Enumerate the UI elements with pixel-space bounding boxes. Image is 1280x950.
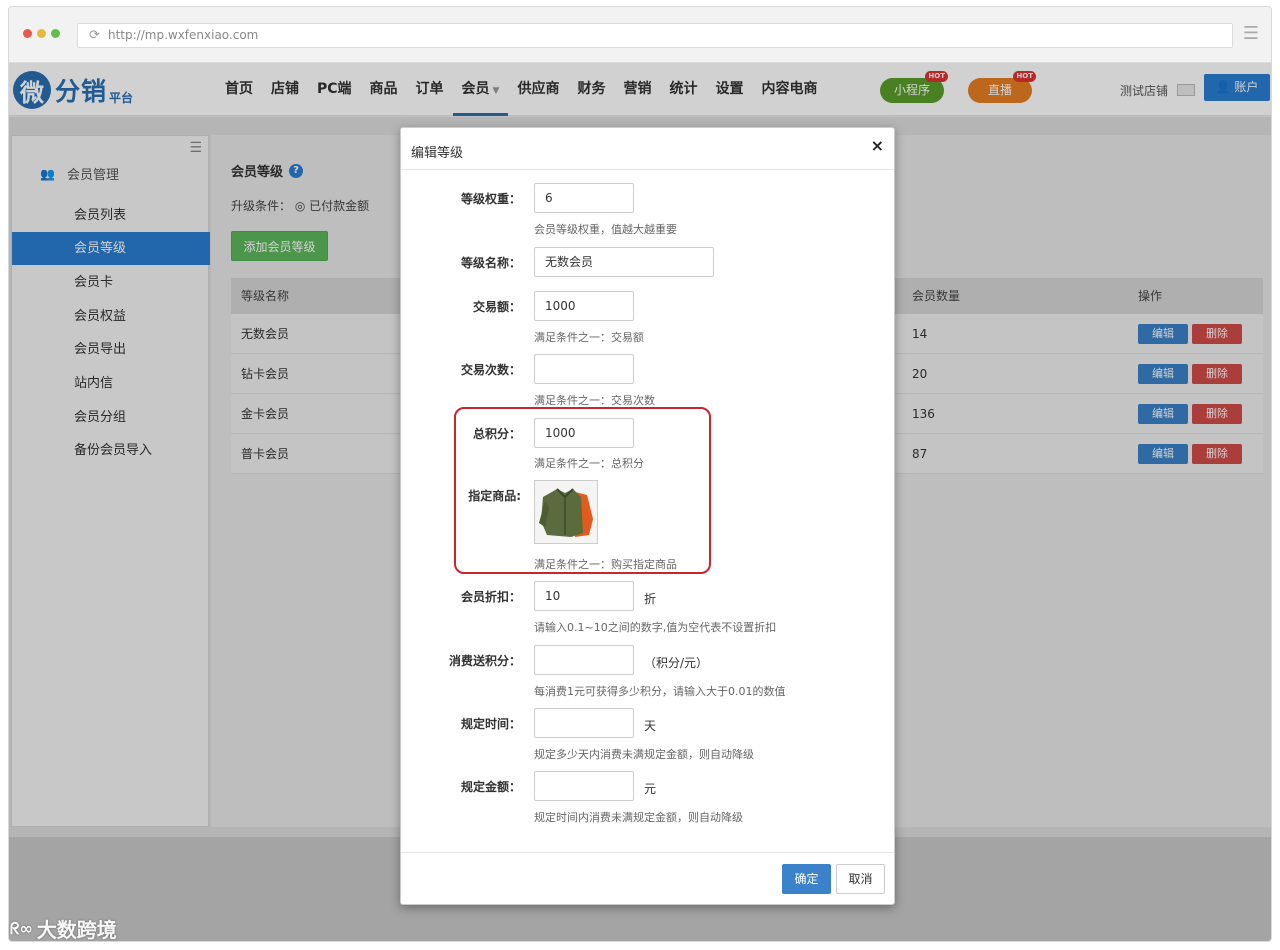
points-hint: 满足条件之一：总积分 — [534, 457, 644, 470]
dialog-footer-divider — [401, 852, 894, 853]
maximize-dot[interactable] — [51, 29, 60, 38]
cancel-button[interactable]: 取消 — [836, 864, 885, 894]
name-label: 等级名称： — [460, 256, 521, 270]
address-bar[interactable]: ⟳ http://mp.wxfenxiao.com — [77, 23, 1233, 48]
window-controls — [23, 29, 60, 38]
times-hint: 满足条件之一：交易次数 — [534, 394, 655, 407]
points-input[interactable]: 1000 — [534, 418, 634, 448]
weight-label: 等级权重： — [460, 192, 521, 206]
close-dot[interactable] — [23, 29, 32, 38]
amount-input[interactable]: 1000 — [534, 291, 634, 321]
times-label: 交易次数： — [460, 363, 521, 377]
period-label: 规定时间： — [460, 717, 521, 731]
product-label: 指定商品: — [468, 489, 521, 503]
product-hint: 满足条件之一：购买指定商品 — [534, 558, 677, 571]
watermark-logo-icon: ᖇ∞ — [10, 918, 33, 938]
reward-hint: 每消费1元可获得多少积分，请输入大于0.01的数值 — [534, 685, 786, 698]
discount-label: 会员折扣： — [460, 590, 521, 604]
amount-hint: 满足条件之一：交易额 — [534, 331, 644, 344]
discount-unit: 折 — [644, 592, 657, 606]
weight-input[interactable]: 6 — [534, 183, 634, 213]
close-icon[interactable]: × — [871, 136, 884, 155]
url-text: http://mp.wxfenxiao.com — [108, 28, 259, 42]
minimize-dot[interactable] — [37, 29, 46, 38]
times-input[interactable] — [534, 354, 634, 384]
min-amount-unit: 元 — [644, 782, 657, 796]
period-hint: 规定多少天内消费未满规定金额，则自动降级 — [534, 748, 754, 761]
discount-hint: 请输入0.1~10之间的数字,值为空代表不设置折扣 — [534, 621, 777, 634]
reward-unit: （积分/元） — [644, 656, 709, 670]
reload-icon[interactable]: ⟳ — [89, 24, 100, 47]
browser-chrome: ⟳ http://mp.wxfenxiao.com ☰ — [9, 7, 1271, 63]
watermark-text: 大数跨境 — [36, 918, 117, 942]
jacket-icon — [535, 481, 597, 543]
period-input[interactable] — [534, 708, 634, 738]
product-thumbnail[interactable] — [534, 480, 598, 544]
min-amount-hint: 规定时间内消费未满规定金额，则自动降级 — [534, 811, 743, 824]
reward-input[interactable] — [534, 645, 634, 675]
reward-label: 消费送积分： — [448, 654, 521, 668]
weight-hint: 会员等级权重，值越大越重要 — [534, 223, 677, 236]
browser-menu-icon[interactable]: ☰ — [1243, 23, 1259, 44]
watermark: ᖇ∞ 大数跨境 — [10, 914, 117, 943]
name-input[interactable]: 无数会员 — [534, 247, 714, 277]
edit-level-dialog: 编辑等级 × 等级权重： 6 会员等级权重，值越大越重要 等级名称： 无数会员 … — [400, 127, 895, 905]
period-unit: 天 — [644, 719, 657, 733]
points-label: 总积分： — [472, 427, 521, 441]
dialog-header: 编辑等级 × — [401, 128, 894, 170]
discount-input[interactable]: 10 — [534, 581, 634, 611]
confirm-button[interactable]: 确定 — [782, 864, 831, 894]
dialog-title: 编辑等级 — [411, 146, 464, 161]
min-amount-input[interactable] — [534, 771, 634, 801]
min-amount-label: 规定金额： — [460, 780, 521, 794]
amount-label: 交易额： — [472, 300, 521, 314]
